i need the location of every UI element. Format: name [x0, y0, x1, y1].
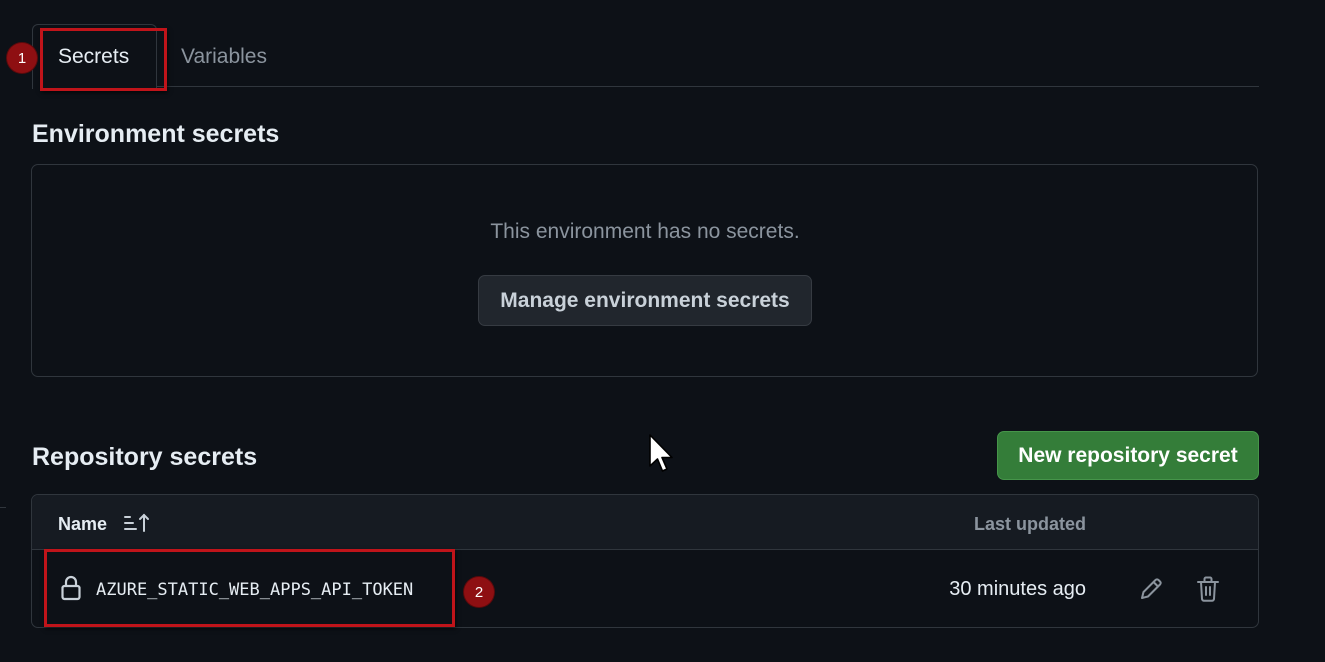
annotation-badge-1: 1 [7, 43, 37, 73]
new-repository-secret-button[interactable]: New repository secret [997, 431, 1259, 480]
left-edge-divider [0, 507, 6, 508]
table-header: Name Last updated [32, 495, 1258, 550]
environment-secrets-heading: Environment secrets [32, 120, 280, 148]
column-header-last-updated: Last updated [973, 514, 1086, 534]
mouse-cursor-icon [648, 433, 676, 475]
annotation-badge-2: 2 [464, 577, 494, 607]
repository-secrets-heading: Repository secrets [32, 443, 258, 471]
pencil-icon[interactable] [1138, 576, 1164, 602]
column-header-name[interactable]: Name [58, 514, 107, 535]
environment-secrets-panel [31, 164, 1258, 377]
annotation-highlight-secrets-tab [40, 28, 167, 91]
tab-divider [32, 86, 1259, 87]
tab-variables[interactable]: Variables [181, 45, 267, 69]
manage-environment-secrets-button[interactable]: Manage environment secrets [478, 275, 812, 326]
environment-empty-message: This environment has no secrets. [490, 220, 800, 243]
trash-icon[interactable] [1196, 575, 1220, 603]
annotation-highlight-secret-row [44, 549, 455, 627]
secret-last-updated: 30 minutes ago [949, 578, 1086, 600]
sort-ascending-icon[interactable] [122, 512, 152, 534]
